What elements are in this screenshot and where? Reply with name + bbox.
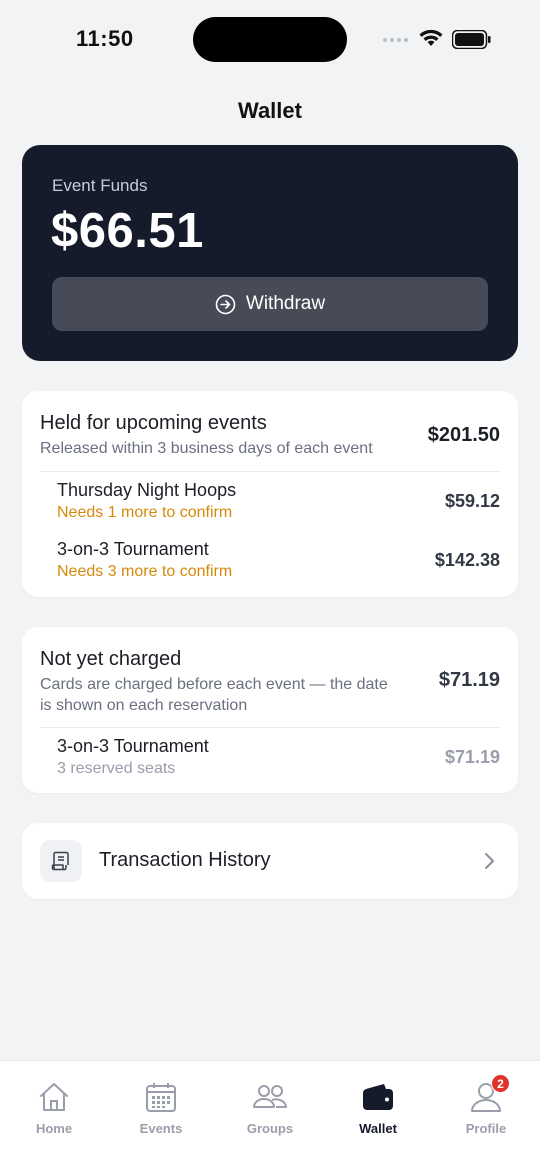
- cellular-signal-icon: [383, 38, 408, 42]
- item-status: Needs 3 more to confirm: [57, 563, 233, 580]
- home-icon: [40, 1083, 68, 1111]
- tab-profile[interactable]: 2 Profile: [446, 1074, 526, 1136]
- tab-home[interactable]: Home: [14, 1079, 94, 1136]
- tab-groups[interactable]: Groups: [230, 1079, 310, 1136]
- item-title: 3-on-3 Tournament: [57, 539, 209, 559]
- item-title: Thursday Night Hoops: [57, 480, 237, 500]
- divider: [40, 471, 500, 472]
- arrow-circle-right-icon: [215, 294, 236, 314]
- event-funds-card: Event Funds $66.51 Withdraw: [22, 145, 518, 361]
- funds-amount: $66.51: [51, 204, 204, 258]
- held-title: Held for upcoming events: [40, 412, 267, 434]
- item-status: Needs 1 more to confirm: [57, 504, 233, 521]
- tab-label: Profile: [465, 1121, 507, 1136]
- held-amount: $201.50: [427, 424, 500, 446]
- divider: [40, 727, 500, 728]
- battery-icon: [452, 30, 491, 49]
- funds-label: Event Funds: [52, 176, 148, 195]
- withdraw-button[interactable]: Withdraw: [52, 277, 488, 331]
- withdraw-label: Withdraw: [245, 293, 326, 314]
- transaction-history-row[interactable]: Transaction History: [22, 823, 518, 899]
- dynamic-island: [193, 17, 347, 62]
- tab-label: Wallet: [359, 1121, 397, 1136]
- tab-bar: Home Events Groups Wallet 2 Profile: [0, 1060, 540, 1173]
- page-title: Wallet: [238, 98, 302, 123]
- status-bar: 11:50: [0, 0, 540, 80]
- held-funds-card: Held for upcoming events Released within…: [22, 391, 518, 597]
- status-time: 11:50: [76, 26, 134, 51]
- tab-label: Groups: [246, 1121, 294, 1136]
- chevron-right-icon: [485, 853, 494, 869]
- tab-wallet[interactable]: Wallet: [338, 1079, 418, 1136]
- transaction-history-label: Transaction History: [99, 849, 271, 871]
- item-amount: $71.19: [444, 747, 500, 767]
- item-status: 3 reserved seats: [57, 760, 176, 777]
- item-amount: $142.38: [434, 550, 500, 570]
- not-charged-amount: $71.19: [438, 669, 500, 691]
- receipt-icon: [40, 840, 82, 882]
- item-amount: $59.12: [444, 491, 500, 511]
- tab-events[interactable]: Events: [121, 1079, 201, 1136]
- tab-label: Events: [139, 1121, 183, 1136]
- tab-label: Home: [35, 1121, 73, 1136]
- calendar-icon: [146, 1083, 176, 1112]
- groups-icon: [253, 1085, 287, 1108]
- not-charged-subtitle-line1: Cards are charged before each event — th…: [40, 676, 388, 693]
- item-title: 3-on-3 Tournament: [57, 736, 209, 756]
- not-charged-card: Not yet charged Cards are charged before…: [22, 627, 518, 793]
- held-subtitle: Released within 3 business days of each …: [40, 440, 373, 457]
- notification-badge: 2: [491, 1074, 510, 1093]
- wallet-icon: [363, 1084, 393, 1110]
- not-charged-title: Not yet charged: [40, 648, 182, 670]
- not-charged-subtitle-line2: is shown on each reservation: [40, 697, 248, 714]
- wifi-icon: [419, 29, 443, 46]
